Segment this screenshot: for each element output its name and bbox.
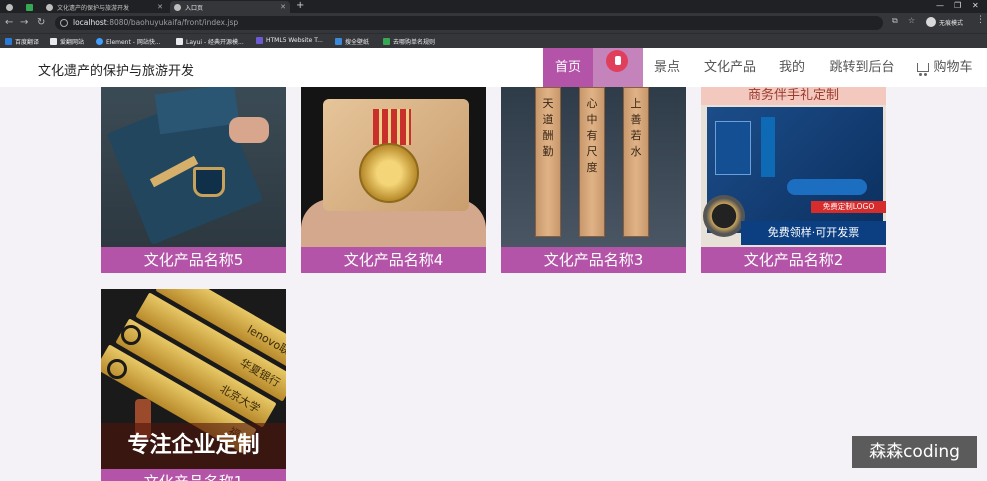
product-name[interactable]: 文化产品名称3	[501, 247, 686, 273]
hand-shape	[229, 117, 269, 143]
mouse-cursor-highlight	[606, 50, 628, 72]
product-image[interactable]: lenovo联想 华夏银行 北京大学 福 专注企业定制	[101, 289, 286, 469]
bookmark-favicon-icon	[176, 38, 183, 45]
bookmark-item[interactable]: 去哪购单名规则	[383, 37, 435, 46]
product-image[interactable]: 天道酬勤 心中有尺度 上善若水	[501, 87, 686, 247]
tea-cup-shape	[193, 167, 225, 197]
restore-icon[interactable]: ❐	[954, 0, 961, 12]
browser-tab-2[interactable]	[22, 1, 38, 13]
close-icon[interactable]: ✕	[157, 3, 163, 11]
tab-title: 入口页	[185, 4, 204, 12]
promo-tag: 免费定制LOGO	[811, 201, 886, 213]
wooden-bookmark: 心中有尺度	[579, 87, 605, 237]
profile-label: 无痕模式	[939, 19, 964, 27]
bookmark-item[interactable]: HTML5 Website T...	[256, 37, 323, 44]
minimize-icon[interactable]: —	[936, 0, 944, 12]
product-banner: 商务伴手礼定制	[701, 87, 886, 105]
flag-icon	[50, 38, 57, 45]
medal-shape	[359, 143, 419, 203]
nav-mine[interactable]: 我的	[770, 48, 814, 87]
medal-ribbon-shape	[373, 109, 411, 145]
nav-admin-link[interactable]: 跳转到后台	[822, 48, 902, 87]
address-bar-row: ← → ↻ localhost:8080/baohuyukaifa/front/…	[0, 13, 987, 33]
tab-favicon-icon	[46, 3, 53, 11]
menu-kebab-icon[interactable]: ⋮	[976, 15, 985, 25]
product-name[interactable]: 文化产品名称1	[101, 469, 286, 481]
url-input[interactable]: localhost:8080/baohuyukaifa/front/index.…	[55, 16, 883, 30]
profile-button[interactable]: 无痕模式	[926, 16, 963, 28]
reload-icon[interactable]: ↻	[37, 17, 45, 28]
incognito-avatar-icon	[926, 17, 936, 27]
product-name[interactable]: 文化产品名称2	[701, 247, 886, 273]
site-title: 文化遗产的保护与旅游开发	[38, 64, 195, 79]
browser-tab-3[interactable]: 文化遗产的保护与旅游开发 ✕	[42, 1, 167, 13]
cart-icon	[917, 63, 930, 76]
tab-favicon-icon	[6, 3, 13, 11]
tab-favicon-icon	[26, 3, 33, 11]
promo-tag: 免费领样·可开发票	[741, 221, 886, 245]
close-icon[interactable]: ✕	[280, 3, 286, 11]
product-image[interactable]: 商务伴手礼定制 免费定制LOGO 免费领样·可开发票	[701, 87, 886, 247]
nav-home[interactable]: 首页	[543, 48, 593, 87]
site-info-icon[interactable]	[60, 19, 68, 27]
browser-tab-strip: 文化遗产的保护与旅游开发 ✕ 入口页 ✕ + — ❐ ✕	[0, 0, 987, 13]
bookmark-favicon-icon	[256, 37, 263, 44]
translate-icon[interactable]: ⧉	[892, 16, 898, 26]
close-window-icon[interactable]: ✕	[972, 0, 979, 12]
back-arrow-icon[interactable]: ←	[5, 17, 13, 28]
bookmark-favicon-icon	[335, 38, 342, 45]
url-text: localhost:8080/baohuyukaifa/front/index.…	[73, 18, 239, 27]
bookmarks-bar: 百度翻译 爱翻网站 Element - 网站快... Layui - 经典开源模…	[0, 33, 987, 48]
bookmark-favicon-icon	[5, 38, 12, 45]
browser-tab-4[interactable]: 入口页 ✕	[170, 1, 290, 13]
site-header: 文化遗产的保护与旅游开发 首页 景点 文化产品 我的 跳转到后台 购物车	[0, 48, 987, 87]
seal-icon	[107, 359, 127, 379]
product-card[interactable]: 天道酬勤 心中有尺度 上善若水 文化产品名称3	[501, 87, 686, 273]
watermark: 森森coding	[852, 436, 977, 468]
tab-favicon-icon	[174, 3, 181, 11]
forward-arrow-icon[interactable]: →	[20, 17, 28, 28]
product-image[interactable]	[101, 87, 286, 247]
star-icon[interactable]: ☆	[908, 16, 915, 25]
bookmark-favicon-icon	[96, 38, 103, 45]
wooden-bookmark: 上善若水	[623, 87, 649, 237]
product-slogan: 专注企业定制	[101, 423, 286, 469]
bookmark-item[interactable]: Layui - 经典开源模...	[176, 37, 244, 46]
wooden-bookmark: 天道酬勤	[535, 87, 561, 237]
new-tab-button[interactable]: +	[296, 0, 304, 12]
seal-icon	[121, 325, 141, 345]
bookmark-item[interactable]: 百度翻译	[5, 37, 39, 46]
product-card[interactable]: lenovo联想 华夏银行 北京大学 福 专注企业定制 文化产品名称1	[101, 289, 286, 481]
product-name[interactable]: 文化产品名称4	[301, 247, 486, 273]
bookmark-item[interactable]: Element - 网站快...	[96, 37, 161, 46]
browser-tab-1[interactable]	[2, 1, 18, 13]
product-card[interactable]: 商务伴手礼定制 免费定制LOGO 免费领样·可开发票 文化产品名称2	[701, 87, 886, 273]
product-name[interactable]: 文化产品名称5	[101, 247, 286, 273]
bookmark-favicon-icon	[383, 38, 390, 45]
nav-scenic-spots[interactable]: 景点	[643, 48, 691, 87]
nav-cultural-products[interactable]: 文化产品	[696, 48, 764, 87]
speaker-shape	[703, 195, 745, 237]
notebook-shape	[715, 121, 751, 175]
product-image[interactable]	[301, 87, 486, 247]
nav-cart[interactable]: 购物车	[910, 48, 980, 87]
flask-shape	[787, 179, 867, 195]
bookmark-item[interactable]: 搜全壁纸	[335, 37, 369, 46]
product-card[interactable]: 文化产品名称4	[301, 87, 486, 273]
tab-title: 文化遗产的保护与旅游开发	[57, 4, 130, 12]
pen-shape	[761, 117, 775, 177]
product-card[interactable]: 文化产品名称5	[101, 87, 286, 273]
bookmark-item[interactable]: 爱翻网站	[50, 37, 84, 46]
